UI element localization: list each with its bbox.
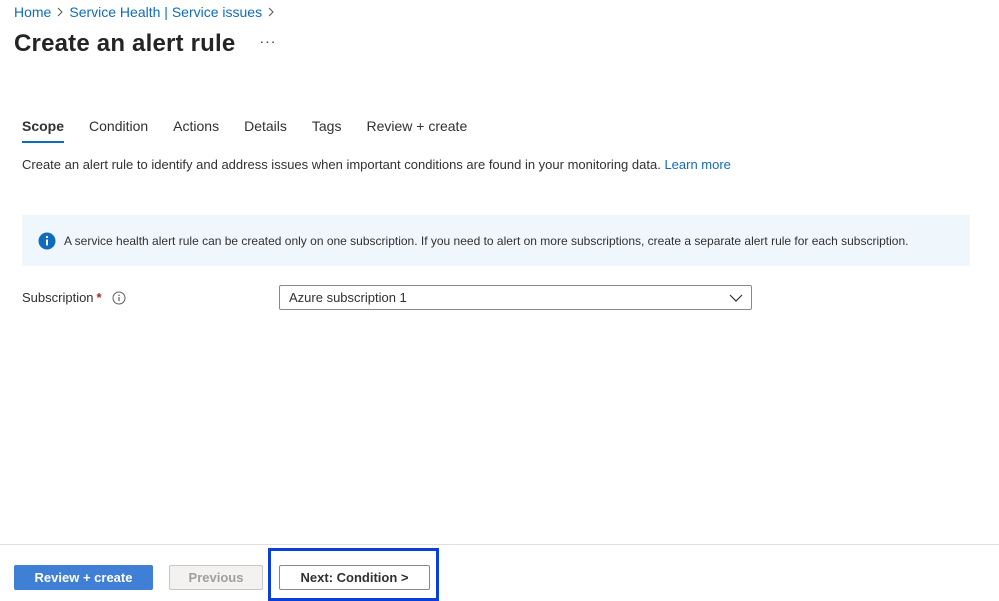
subscription-selected-value: Azure subscription 1 [289, 290, 407, 305]
previous-button: Previous [169, 565, 263, 590]
chevron-right-icon [262, 7, 280, 17]
review-create-button[interactable]: Review + create [14, 565, 153, 590]
subscription-label: Subscription * [22, 290, 126, 305]
scope-description: Create an alert rule to identify and add… [22, 157, 731, 172]
subscription-dropdown[interactable]: Azure subscription 1 [279, 285, 752, 310]
breadcrumb-home[interactable]: Home [14, 4, 51, 20]
footer-divider [0, 544, 999, 545]
chevron-right-icon [51, 7, 69, 17]
title-row: Create an alert rule ··· [14, 30, 276, 58]
tab-details[interactable]: Details [244, 116, 287, 146]
tab-scope[interactable]: Scope [22, 116, 65, 146]
info-outline-icon[interactable] [112, 291, 126, 305]
tab-condition[interactable]: Condition [89, 116, 148, 146]
create-alert-rule-page: Home Service Health | Service issues Cre… [0, 0, 999, 601]
required-indicator: * [96, 290, 102, 305]
breadcrumb-service-health[interactable]: Service Health | Service issues [69, 4, 262, 20]
subscription-field-row: Subscription * Azure subscription 1 [22, 285, 752, 310]
page-title: Create an alert rule [14, 30, 236, 57]
info-banner: A service health alert rule can be creat… [22, 215, 970, 266]
chevron-down-icon [729, 292, 743, 304]
description-text: Create an alert rule to identify and add… [22, 157, 661, 172]
tab-review-create[interactable]: Review + create [366, 116, 467, 146]
wizard-tabs: Scope Condition Actions Details Tags Rev… [22, 116, 492, 146]
tab-actions[interactable]: Actions [173, 116, 219, 146]
subscription-label-text: Subscription [22, 290, 94, 305]
more-options-button[interactable]: ··· [259, 33, 276, 49]
info-icon [38, 232, 56, 250]
learn-more-link[interactable]: Learn more [664, 157, 730, 172]
breadcrumb: Home Service Health | Service issues [14, 2, 280, 22]
info-banner-text: A service health alert rule can be creat… [64, 233, 909, 248]
next-condition-button[interactable]: Next: Condition > [279, 565, 430, 590]
tab-tags[interactable]: Tags [312, 116, 342, 146]
